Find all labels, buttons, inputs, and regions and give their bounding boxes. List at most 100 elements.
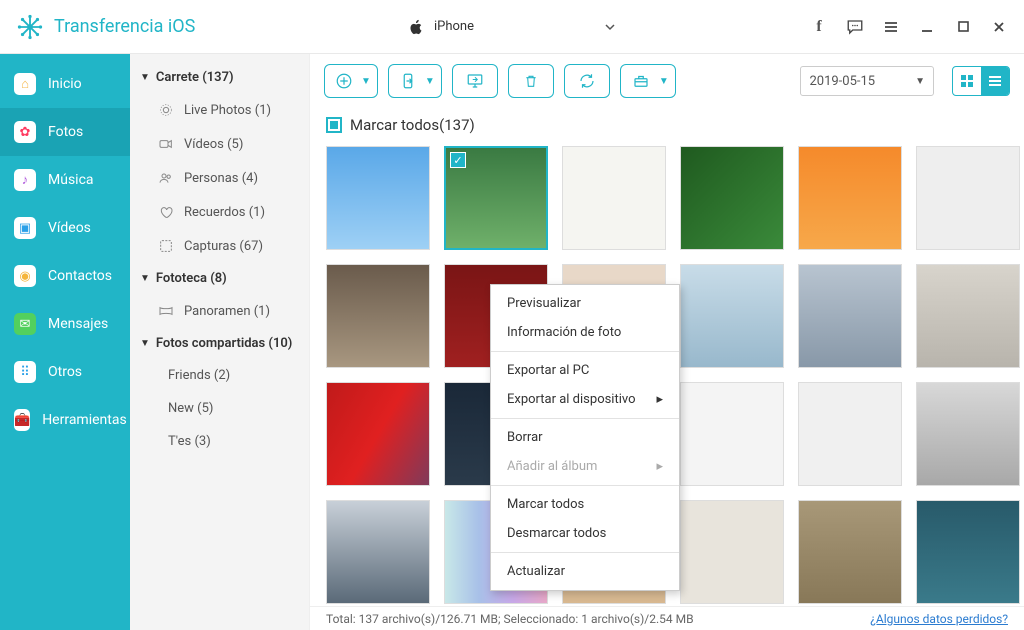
maximize-button[interactable]	[954, 18, 972, 36]
refresh-icon	[577, 72, 597, 90]
view-toggle	[952, 66, 1010, 96]
photo-thumb[interactable]	[798, 500, 902, 604]
music-icon: ♪	[14, 169, 36, 191]
date-filter[interactable]: 2019-05-15 ▼	[800, 66, 934, 96]
trash-icon	[523, 72, 539, 90]
sidebar-item-videos[interactable]: ▣ Vídeos	[0, 204, 130, 252]
status-bar: Total: 137 archivo(s)/126.71 MB; Selecci…	[310, 606, 1024, 630]
photo-thumb[interactable]	[916, 146, 1020, 250]
tree-item-tes[interactable]: T'es (3)	[130, 425, 309, 458]
tree-item-label: Friends (2)	[168, 368, 230, 383]
export-device-button[interactable]: ▼	[388, 64, 442, 98]
ctx-delete[interactable]: Borrar	[491, 423, 679, 452]
device-name: iPhone	[434, 19, 474, 34]
delete-button[interactable]	[508, 64, 554, 98]
sidebar-item-label: Inicio	[48, 76, 82, 92]
sidebar-item-label: Otros	[48, 364, 82, 380]
home-icon: ⌂	[14, 73, 36, 95]
photo-thumb[interactable]	[562, 146, 666, 250]
panorama-icon	[158, 303, 174, 319]
monitor-export-icon	[465, 72, 485, 90]
sidebar-item-herramientas[interactable]: 🧰 Herramientas	[0, 396, 130, 444]
chevron-down-icon: ▼	[361, 76, 371, 87]
tree-group-label: Carrete (137)	[156, 70, 234, 85]
checkbox-checked-icon[interactable]: ✓	[450, 152, 466, 168]
tree-item-personas[interactable]: Personas (4)	[130, 161, 309, 195]
export-pc-button[interactable]	[452, 64, 498, 98]
tree-item-recuerdos[interactable]: Recuerdos (1)	[130, 195, 309, 229]
toolbox-button[interactable]: ▼	[620, 64, 676, 98]
photo-thumb[interactable]	[916, 264, 1020, 368]
tools-icon: 🧰	[14, 409, 30, 431]
photo-thumb[interactable]	[680, 382, 784, 486]
sidebar-item-mensajes[interactable]: ✉ Mensajes	[0, 300, 130, 348]
feedback-icon[interactable]	[846, 18, 864, 36]
tree-item-label: Live Photos (1)	[184, 103, 271, 118]
separator	[491, 351, 679, 352]
close-button[interactable]	[990, 18, 1008, 36]
sidebar-item-fotos[interactable]: ✿ Fotos	[0, 108, 130, 156]
tree-item-capturas[interactable]: Capturas (67)	[130, 229, 309, 263]
minimize-button[interactable]	[918, 18, 936, 36]
tree-item-live-photos[interactable]: Live Photos (1)	[130, 93, 309, 127]
toolbar: ▼ ▼ ▼	[310, 54, 1024, 108]
photo-thumb[interactable]	[680, 146, 784, 250]
ctx-export-pc[interactable]: Exportar al PC	[491, 356, 679, 385]
tree-item-friends[interactable]: Friends (2)	[130, 359, 309, 392]
chevron-down-icon: ▼	[659, 76, 669, 87]
refresh-button[interactable]	[564, 64, 610, 98]
menu-icon[interactable]	[882, 18, 900, 36]
select-all-row[interactable]: Marcar todos(137)	[310, 108, 1024, 142]
ctx-mark-all[interactable]: Marcar todos	[491, 490, 679, 519]
sidebar-item-musica[interactable]: ♪ Música	[0, 156, 130, 204]
tree-item-panoramen[interactable]: Panoramen (1)	[130, 294, 309, 328]
checkbox-indeterminate-icon[interactable]	[326, 117, 342, 133]
photo-thumb[interactable]	[326, 146, 430, 250]
sidebar-item-inicio[interactable]: ⌂ Inicio	[0, 60, 130, 108]
ctx-info[interactable]: Información de foto	[491, 318, 679, 347]
device-selector[interactable]: iPhone	[394, 15, 630, 39]
caret-down-icon: ▼	[140, 72, 150, 83]
memories-icon	[158, 204, 174, 220]
ctx-unmark-all[interactable]: Desmarcar todos	[491, 519, 679, 548]
tree-item-new[interactable]: New (5)	[130, 392, 309, 425]
ctx-export-device[interactable]: Exportar al dispositivo▸	[491, 385, 679, 414]
sidebar-item-otros[interactable]: ⠿ Otros	[0, 348, 130, 396]
photo-thumb-selected[interactable]: ✓	[444, 146, 548, 250]
sidebar-item-contactos[interactable]: ◉ Contactos	[0, 252, 130, 300]
list-view-button[interactable]	[981, 67, 1009, 95]
photo-thumb[interactable]	[326, 500, 430, 604]
photo-thumb[interactable]	[916, 382, 1020, 486]
facebook-icon[interactable]: f	[810, 18, 828, 36]
caret-down-icon: ▼	[140, 338, 150, 349]
tree-item-videos[interactable]: Vídeos (5)	[130, 127, 309, 161]
ctx-preview[interactable]: Previsualizar	[491, 289, 679, 318]
tree-group-fototeca[interactable]: ▼ Fototeca (8)	[130, 263, 309, 294]
sidebar-item-label: Música	[48, 172, 94, 188]
chevron-down-icon: ▼	[915, 76, 925, 87]
photo-thumb[interactable]	[798, 264, 902, 368]
grid-view-button[interactable]	[953, 67, 981, 95]
photo-thumb[interactable]	[326, 382, 430, 486]
photo-thumb[interactable]	[798, 146, 902, 250]
ctx-refresh[interactable]: Actualizar	[491, 557, 679, 586]
grid-icon	[960, 74, 974, 88]
ctx-add-album: Añadir al álbum▸	[491, 452, 679, 481]
contacts-icon: ◉	[14, 265, 36, 287]
photo-thumb[interactable]	[680, 264, 784, 368]
sidebar-item-label: Fotos	[48, 124, 83, 140]
photo-thumb[interactable]	[798, 382, 902, 486]
tree-item-label: T'es (3)	[168, 434, 211, 449]
lost-data-link[interactable]: ¿Algunos datos perdidos?	[870, 612, 1008, 626]
add-button[interactable]: ▼	[324, 64, 378, 98]
separator	[491, 552, 679, 553]
tree-group-compartidas[interactable]: ▼ Fotos compartidas (10)	[130, 328, 309, 359]
photo-thumb[interactable]	[680, 500, 784, 604]
select-all-label: Marcar todos(137)	[350, 116, 475, 134]
tree-group-carrete[interactable]: ▼ Carrete (137)	[130, 62, 309, 93]
tree-item-label: Vídeos (5)	[184, 137, 243, 152]
photo-thumb[interactable]	[326, 264, 430, 368]
photo-thumb[interactable]	[916, 500, 1020, 604]
date-value: 2019-05-15	[809, 74, 875, 89]
list-icon	[988, 74, 1002, 88]
